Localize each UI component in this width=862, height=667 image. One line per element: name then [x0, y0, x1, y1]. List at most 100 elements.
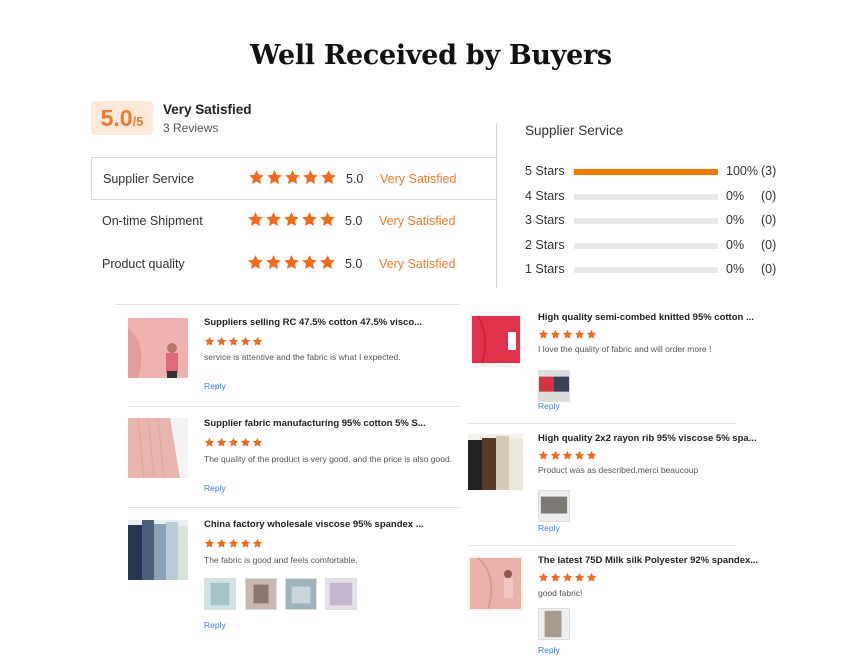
- star-icon: [204, 538, 215, 548]
- distribution-percent: 0%: [726, 238, 745, 252]
- rating-stars: [247, 254, 336, 271]
- divider: [128, 406, 459, 407]
- star-icon: [550, 450, 561, 460]
- distribution-count: (3): [761, 164, 777, 178]
- rating-label: Supplier Service: [103, 172, 195, 186]
- rating-stars: [247, 211, 336, 228]
- review-photo[interactable]: [538, 370, 570, 402]
- star-icon: [538, 572, 549, 582]
- page-title: Well Received by Buyers: [250, 40, 612, 71]
- star-icon: [249, 170, 264, 184]
- star-icon: [586, 450, 597, 460]
- star-icon: [303, 170, 318, 184]
- rating-value: 5.0: [345, 214, 363, 228]
- distribution-bar: [574, 267, 718, 273]
- star-icon: [216, 538, 227, 548]
- distribution-count: (0): [761, 238, 777, 252]
- star-icon: [562, 329, 573, 339]
- review-text: service is attentive and the fabric is w…: [204, 352, 401, 362]
- rating-row-supplier-service: Supplier Service 5.0 Very Satisfied: [91, 157, 497, 200]
- distribution-percent: 100%: [726, 164, 758, 178]
- distribution-label: 3 Stars: [525, 213, 565, 227]
- distribution-label: 4 Stars: [525, 189, 565, 203]
- divider: [496, 123, 497, 288]
- star-icon: [321, 170, 336, 184]
- divider: [468, 545, 736, 546]
- review-text: I love the quality of fabric and will or…: [538, 344, 712, 354]
- star-icon: [252, 437, 263, 447]
- product-thumbnail[interactable]: [128, 520, 188, 580]
- star-icon: [204, 437, 215, 447]
- reply-link[interactable]: Reply: [204, 381, 226, 391]
- review-photo[interactable]: [325, 578, 357, 610]
- distribution-row: 5 Stars 100% (3): [525, 164, 785, 180]
- review-photo[interactable]: [245, 578, 277, 610]
- star-icon: [240, 336, 251, 346]
- review-text: good fabric!: [538, 588, 583, 598]
- rating-label: Product quality: [102, 257, 185, 271]
- review-stars: [538, 572, 597, 583]
- reply-link[interactable]: Reply: [538, 523, 560, 533]
- review-product-title[interactable]: High quality 2x2 rayon rib 95% viscose 5…: [538, 433, 757, 444]
- star-icon: [574, 572, 585, 582]
- star-icon: [216, 437, 227, 447]
- product-thumbnail[interactable]: [128, 418, 188, 478]
- rating-satisfaction: Very Satisfied: [380, 172, 457, 186]
- star-icon: [574, 450, 585, 460]
- review-stars: [204, 336, 263, 347]
- review-product-title[interactable]: Suppliers selling RC 47.5% cotton 47.5% …: [204, 317, 422, 328]
- review-product-title[interactable]: China factory wholesale viscose 95% span…: [204, 519, 424, 530]
- review-product-title[interactable]: High quality semi-combed knitted 95% cot…: [538, 312, 754, 323]
- divider: [128, 507, 459, 508]
- distribution-percent: 0%: [726, 189, 745, 203]
- rating-stars: [248, 169, 337, 186]
- distribution-bar: [574, 218, 718, 224]
- star-icon: [538, 329, 549, 339]
- star-icon: [562, 450, 573, 460]
- star-icon: [240, 437, 251, 447]
- rating-row-on-time-shipment: On-time Shipment 5.0 Very Satisfied: [91, 200, 497, 243]
- star-icon: [248, 255, 263, 269]
- divider: [468, 423, 736, 424]
- reply-link[interactable]: Reply: [204, 483, 226, 493]
- star-icon: [550, 572, 561, 582]
- distribution-count: (0): [761, 262, 777, 276]
- distribution-bar: [574, 194, 718, 200]
- distribution-percent: 0%: [726, 213, 745, 227]
- product-thumbnail[interactable]: [470, 312, 522, 367]
- summary-label: Very Satisfied: [163, 102, 252, 117]
- product-thumbnail[interactable]: [128, 318, 188, 378]
- review-product-title[interactable]: Supplier fabric manufacturing 95% cotton…: [204, 418, 426, 429]
- review-photo[interactable]: [285, 578, 317, 610]
- reply-link[interactable]: Reply: [538, 401, 560, 411]
- review-photo[interactable]: [538, 608, 570, 640]
- distribution-row: 3 Stars 0% (0): [525, 213, 785, 229]
- star-icon: [586, 329, 597, 339]
- review-photo[interactable]: [538, 490, 570, 522]
- distribution-label: 5 Stars: [525, 164, 565, 178]
- star-icon: [204, 336, 215, 346]
- star-icon: [266, 212, 281, 226]
- review-stars: [204, 538, 263, 549]
- product-thumbnail[interactable]: [468, 434, 523, 490]
- star-icon: [320, 212, 335, 226]
- star-icon: [574, 329, 585, 339]
- divider: [115, 304, 459, 305]
- rating-row-product-quality: Product quality 5.0 Very Satisfied: [91, 243, 497, 286]
- star-icon: [228, 336, 239, 346]
- score-max: /5: [132, 114, 144, 129]
- review-product-title[interactable]: The latest 75D Milk silk Polyester 92% s…: [538, 555, 758, 566]
- distribution-bar: [574, 169, 718, 175]
- rating-value: 5.0: [346, 172, 364, 186]
- product-thumbnail[interactable]: [468, 556, 523, 611]
- distribution-bar-fill: [574, 169, 718, 175]
- star-icon: [252, 538, 263, 548]
- reply-link[interactable]: Reply: [204, 620, 226, 630]
- review-stars: [538, 329, 597, 340]
- reply-link[interactable]: Reply: [538, 645, 560, 655]
- star-icon: [550, 329, 561, 339]
- star-icon: [228, 437, 239, 447]
- star-icon: [284, 255, 299, 269]
- review-photo[interactable]: [204, 578, 236, 610]
- distribution-row: 1 Stars 0% (0): [525, 262, 785, 278]
